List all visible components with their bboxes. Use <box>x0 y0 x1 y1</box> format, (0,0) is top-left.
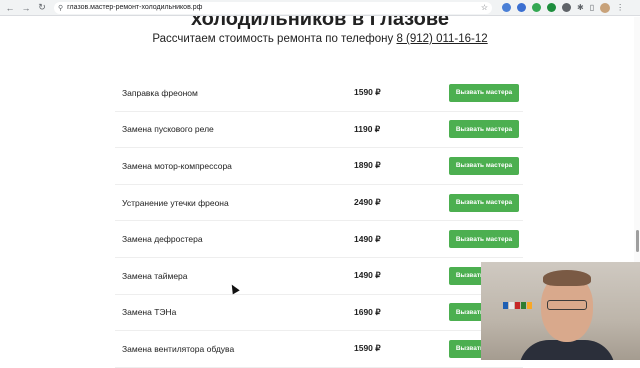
service-price: 1890 ₽ <box>354 160 381 171</box>
site-info-icon[interactable]: ⚲ <box>58 4 63 12</box>
service-name: Замена пускового реле <box>122 124 214 135</box>
table-row: Устранение утечки фреона 2490 ₽ Вызвать … <box>115 185 523 222</box>
call-master-button[interactable]: Вызвать мастера <box>449 120 519 139</box>
call-master-button[interactable]: Вызвать мастера <box>449 156 519 175</box>
back-icon[interactable]: ← <box>4 2 16 14</box>
extension-icon[interactable] <box>502 3 511 12</box>
url-text: глазов.мастер-ремонт-холодильников.рф <box>67 4 203 11</box>
webcam-overlay <box>481 262 640 360</box>
menu-kebab-icon[interactable]: ⋮ <box>616 3 624 12</box>
service-price: 1490 ₽ <box>354 270 381 281</box>
table-row: Заправка фреоном 1590 ₽ Вызвать мастера <box>115 75 523 112</box>
side-panel-icon[interactable]: ▯ <box>590 3 594 12</box>
service-price: 1690 ₽ <box>354 306 381 317</box>
table-row: Замена вентилятора обдува 1590 ₽ Вызвать… <box>115 331 523 368</box>
service-price: 1590 ₽ <box>354 343 381 354</box>
service-price: 1490 ₽ <box>354 233 381 244</box>
prayer-flags <box>503 302 533 309</box>
extension-icon[interactable] <box>562 3 571 12</box>
table-row: Замена пускового реле 1190 ₽ Вызвать мас… <box>115 112 523 149</box>
call-master-button[interactable]: Вызвать мастера <box>449 83 519 102</box>
presenter-hair <box>543 270 591 286</box>
extension-icon[interactable] <box>547 3 556 12</box>
call-master-button[interactable]: Вызвать мастера <box>449 230 519 249</box>
table-row: Замена дефростера 1490 ₽ Вызвать мастера <box>115 221 523 258</box>
service-name: Заправка фреоном <box>122 87 198 98</box>
service-price: 2490 ₽ <box>354 197 381 208</box>
bookmark-star-icon[interactable]: ☆ <box>481 3 488 12</box>
extension-icon[interactable] <box>517 3 526 12</box>
table-row: Замена ТЭНа 1690 ₽ Вызвать мастера <box>115 295 523 332</box>
table-row: Замена мотор-компрессора 1890 ₽ Вызвать … <box>115 148 523 185</box>
service-name: Замена ТЭНа <box>122 307 177 318</box>
service-price: 1190 ₽ <box>354 123 381 134</box>
profile-avatar[interactable] <box>600 2 611 13</box>
call-master-button[interactable]: Вызвать мастера <box>449 193 519 212</box>
price-table: Заправка фреоном 1590 ₽ Вызвать мастера … <box>115 75 523 368</box>
service-name: Замена дефростера <box>122 234 203 245</box>
presenter-glasses <box>547 300 587 310</box>
service-name: Замена таймера <box>122 270 188 281</box>
extension-icon[interactable] <box>532 3 541 12</box>
address-bar[interactable]: ⚲ глазов.мастер-ремонт-холодильников.рф … <box>54 1 492 14</box>
forward-icon[interactable]: → <box>20 2 32 14</box>
service-price: 1590 ₽ <box>354 87 381 98</box>
service-name: Замена вентилятора обдува <box>122 343 235 354</box>
service-name: Устранение утечки фреона <box>122 197 229 208</box>
reload-icon[interactable]: ↻ <box>36 2 48 14</box>
phone-link[interactable]: 8 (912) 011-16-12 <box>396 33 487 45</box>
service-name: Замена мотор-компрессора <box>122 160 232 171</box>
extensions-puzzle-icon[interactable]: ✱ <box>577 3 584 12</box>
browser-toolbar: ← → ↻ ⚲ глазов.мастер-ремонт-холодильник… <box>0 0 640 16</box>
page-subtitle: Рассчитаем стоимость ремонта по телефону… <box>0 33 640 45</box>
scrollbar-thumb[interactable] <box>636 230 639 252</box>
presenter-shirt <box>519 340 615 360</box>
table-row: Замена таймера 1490 ₽ Вызвать мастера <box>115 258 523 295</box>
subtitle-text: Рассчитаем стоимость ремонта по телефону <box>152 33 394 45</box>
